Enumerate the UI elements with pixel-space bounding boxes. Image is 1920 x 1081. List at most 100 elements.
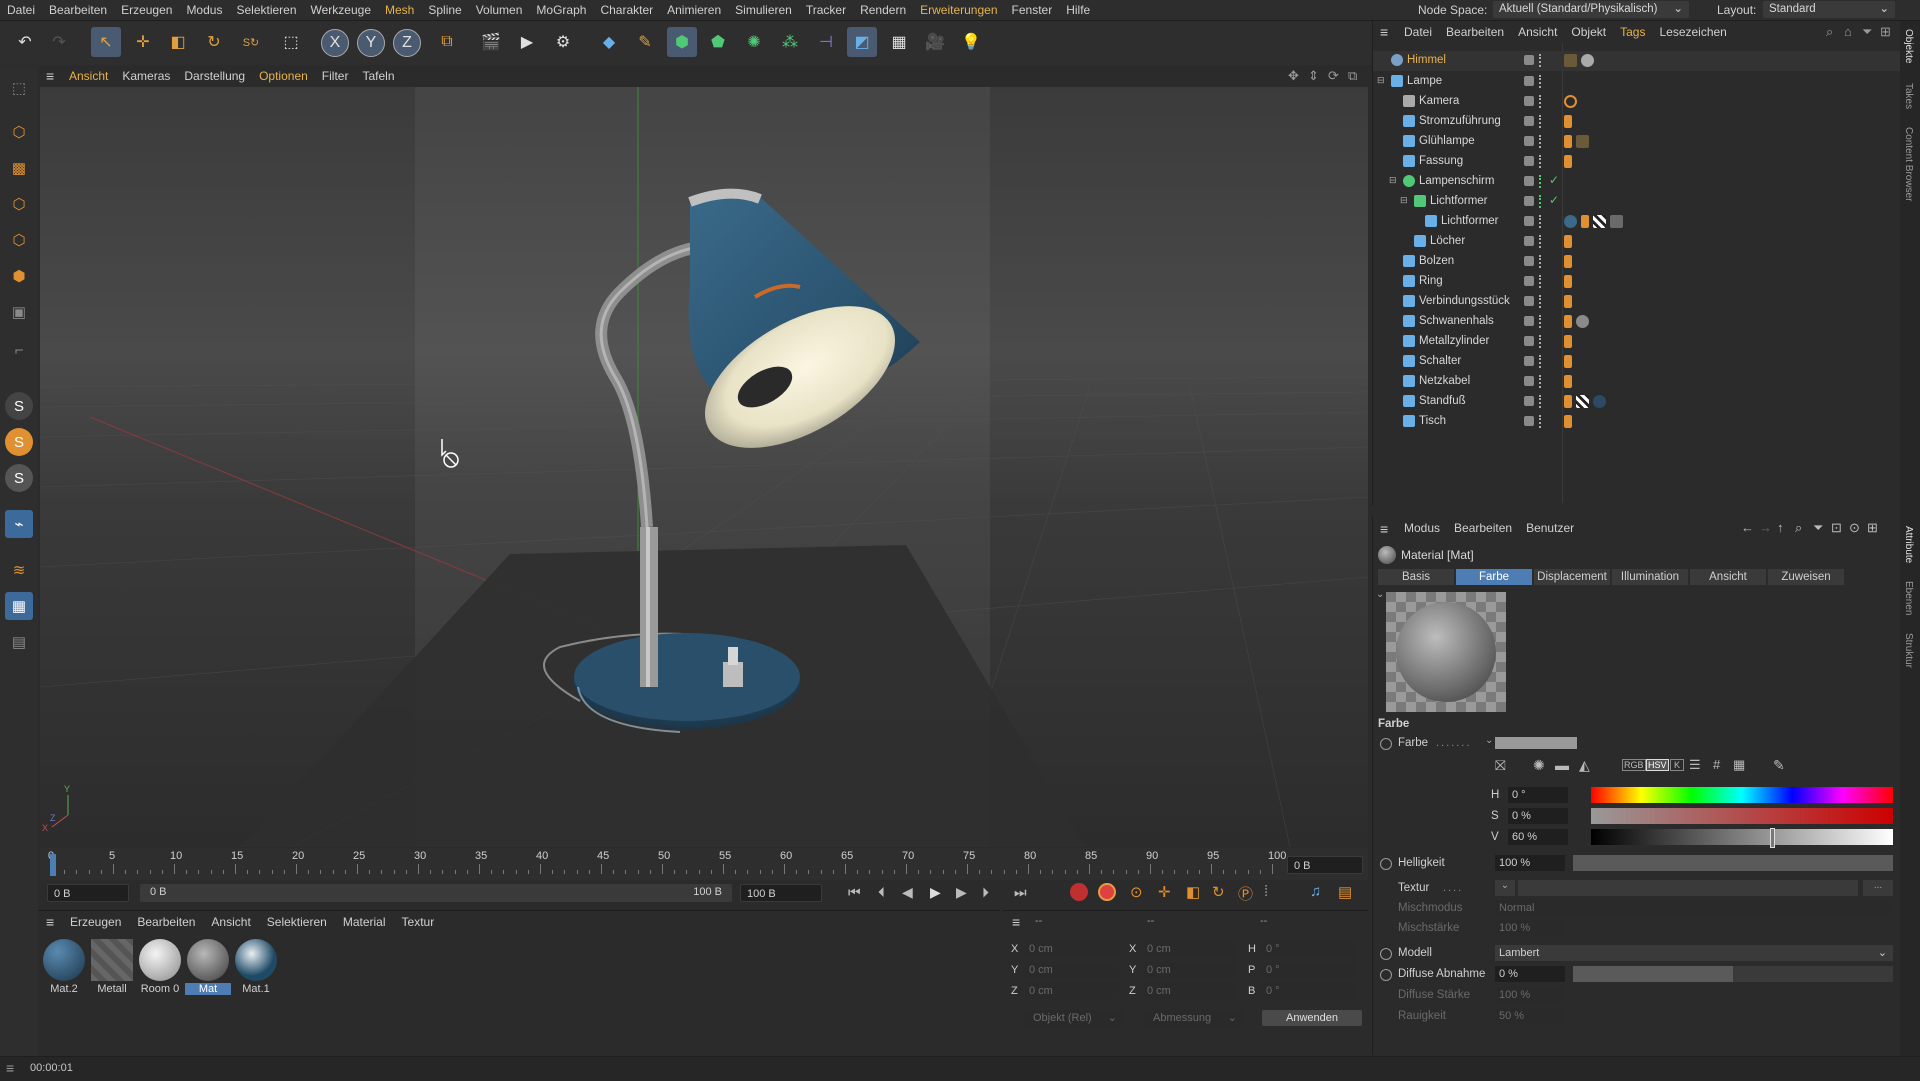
textur-browse-button[interactable]: ... [1863,880,1893,896]
tab-illumination[interactable]: Illumination [1612,569,1688,585]
render-visibility-dots[interactable] [1539,115,1545,128]
floor-icon[interactable]: ▦ [884,27,914,57]
undo-icon[interactable]: ↶ [10,27,40,57]
menu-tracker[interactable]: Tracker [799,0,853,20]
object-row-netzkabel[interactable]: Netzkabel [1373,372,1900,392]
visibility-toggle[interactable] [1524,176,1534,186]
material-swatch[interactable]: Mat.2 [41,939,87,995]
mograph-cloner-icon[interactable]: ✺ [739,27,769,57]
viewport-menu-filter[interactable]: Filter [315,66,356,86]
phong-tag-icon[interactable] [1564,275,1572,288]
material-tag-icon[interactable] [1564,215,1577,228]
rauigkeit-field[interactable]: 50 % [1495,1008,1565,1024]
rot-b-field[interactable]: 0 ° [1262,983,1356,999]
spline-pen-icon[interactable]: ✎ [630,27,660,57]
material-swatch[interactable]: Metall [89,939,135,995]
object-row-lichtformer-child[interactable]: Lichtformer [1373,212,1900,232]
object-row-fassung[interactable]: Fassung [1373,152,1900,172]
phong-tag-icon[interactable] [1581,215,1589,228]
checker-tag-icon[interactable] [1576,395,1589,408]
object-row-schwanenhals[interactable]: Schwanenhals [1373,312,1900,332]
enabled-check-icon[interactable]: ✓ [1549,193,1559,207]
pos-x-field[interactable]: 0 cm [1025,941,1119,957]
new-window-icon[interactable]: ⊞ [1880,24,1891,40]
color-mixer-icon[interactable]: ☰ [1689,757,1701,773]
saturation-field[interactable]: 0 % [1508,808,1568,824]
key-param-icon[interactable]: Ⓟ [1238,883,1253,904]
play-icon[interactable]: ▶ [930,884,941,901]
phong-tag-icon[interactable] [1564,135,1572,148]
maximize-view-icon[interactable]: ⧉ [1348,68,1357,84]
material-menu-material[interactable]: Material [335,911,394,933]
material-menu-erzeugen[interactable]: Erzeugen [62,911,129,933]
hue-field[interactable]: 0 ° [1508,787,1568,803]
collapse-icon[interactable]: ⊟ [1377,75,1385,86]
transform-tool-icon[interactable]: S↻ [236,27,266,57]
render-visibility-dots[interactable] [1539,195,1545,208]
menu-erzeugen[interactable]: Erzeugen [114,0,179,20]
workplane-snap-icon[interactable]: S [5,464,33,492]
value-slider[interactable] [1591,828,1893,848]
tab-basis[interactable]: Basis [1378,569,1454,585]
hamburger-icon[interactable]: ≡ [46,914,54,930]
edges-mode-icon[interactable]: ⬡ [5,226,33,254]
locked-workplane-icon[interactable]: ▤ [5,628,33,656]
prev-key-icon[interactable]: ⏴ [878,884,885,901]
search-icon[interactable]: ⌕ [1795,520,1802,536]
hamburger-icon[interactable]: ≡ [1380,24,1388,40]
phong-tag-icon[interactable] [1564,295,1572,308]
uv-mode-icon[interactable]: ▣ [5,298,33,326]
object-row-bolzen[interactable]: Bolzen [1373,252,1900,272]
phong-tag-icon[interactable] [1564,395,1572,408]
tab-zuweisen[interactable]: Zuweisen [1768,569,1844,585]
viewport-menu-darstellung[interactable]: Darstellung [177,66,252,86]
visibility-toggle[interactable] [1524,136,1534,146]
cube-primitive-icon[interactable]: ◆ [594,27,624,57]
phong-tag-icon[interactable] [1564,115,1572,128]
texture-tag-icon[interactable] [1564,54,1577,67]
magnet-icon[interactable]: ⌁ [5,510,33,538]
collapse-icon[interactable]: ⊟ [1400,195,1408,206]
object-row-gluehlampe[interactable]: Glühlampe [1373,132,1900,152]
material-menu-bearbeiten[interactable]: Bearbeiten [129,911,203,933]
side-tab-objekte[interactable]: Objekte [1903,29,1914,63]
color-image-icon[interactable]: ◭ [1579,757,1590,774]
render-visibility-dots[interactable] [1539,335,1545,348]
size-x-field[interactable]: 0 cm [1143,941,1237,957]
extrude-generator-icon[interactable]: ⬟ [703,27,733,57]
coord-system-icon[interactable]: ⬚ [276,27,306,57]
timeline-playhead[interactable] [50,854,56,876]
render-visibility-dots[interactable] [1539,315,1545,328]
key-rotation-icon[interactable]: ↻ [1212,883,1225,901]
hamburger-icon[interactable]: ≡ [46,68,54,84]
menu-erweiterungen[interactable]: Erweiterungen [913,0,1004,20]
render-visibility-dots[interactable] [1539,255,1545,268]
render-visibility-dots[interactable] [1539,355,1545,368]
material-tag-icon[interactable] [1581,54,1594,67]
viewport-menu-tafeln[interactable]: Tafeln [355,66,401,86]
scale-tool-icon[interactable]: ◧ [163,27,193,57]
material-swatch[interactable]: Mat.1 [233,939,279,995]
material-swatch[interactable]: Room 0 [137,939,183,995]
object-menu-lesezeichen[interactable]: Lesezeichen [1652,21,1733,43]
menu-mesh[interactable]: Mesh [378,0,421,20]
hue-slider[interactable] [1591,787,1893,803]
material-preview-large[interactable] [1386,592,1506,712]
animate-radio[interactable] [1380,969,1392,981]
phong-tag-icon[interactable] [1564,335,1572,348]
home-icon[interactable]: ⌂ [1844,24,1852,39]
render-view-icon[interactable]: ▶ [512,27,542,57]
rotate-view-icon[interactable]: ⟳ [1328,68,1339,84]
workplane-icon[interactable]: ≋ [5,556,33,584]
render-settings-icon[interactable]: ⚙ [548,27,578,57]
visibility-toggle[interactable] [1524,296,1534,306]
forward-arrow-icon[interactable]: → [1759,520,1772,535]
visibility-toggle[interactable] [1524,276,1534,286]
side-tab-ebenen[interactable]: Ebenen [1903,581,1914,615]
value-slider-handle[interactable] [1770,828,1776,848]
material-menu-selektieren[interactable]: Selektieren [259,911,335,933]
menu-volumen[interactable]: Volumen [469,0,530,20]
render-region-icon[interactable]: 🎬 [476,27,506,57]
object-mode-icon[interactable]: ⧉ [432,27,462,57]
filter-icon[interactable]: ⏷ [1862,24,1872,40]
